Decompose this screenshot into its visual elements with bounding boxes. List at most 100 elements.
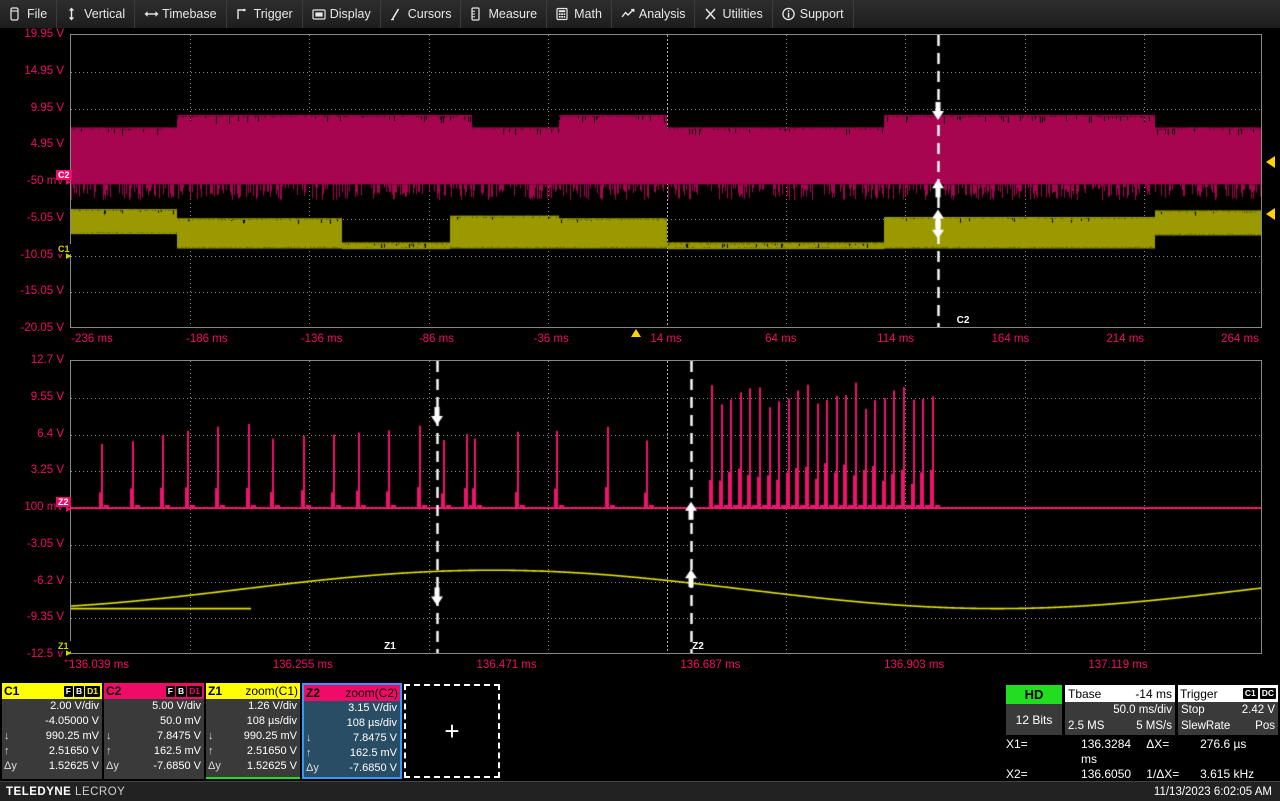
trigger-source-badges: C1DC	[1243, 688, 1276, 699]
menu-item-label: Cursors	[408, 7, 452, 21]
descriptor-badges[interactable]: FBD1	[166, 686, 202, 697]
descriptor-line-value: -7.6850 V	[349, 761, 397, 776]
trigger-mode: SlewRate	[1181, 718, 1230, 734]
x-axis-label: 136.471 ms	[477, 659, 537, 671]
descriptor-c2[interactable]: C2FBD15.00 V/div50.0 mV↓7.8475 V↑162.5 m…	[104, 683, 204, 779]
z2-offset-marker[interactable]: ▸	[66, 505, 72, 513]
descriptor-line: 50.0 mV	[106, 714, 201, 729]
menu-item-vertical[interactable]: Vertical	[57, 0, 135, 28]
descriptor-line-value: 5.00 V/div	[152, 699, 201, 714]
descriptor-body: 3.15 V/div108 µs/div↓7.8475 V↑162.5 mVΔy…	[304, 701, 400, 776]
descriptor-line: Δy1.52625 V	[208, 759, 297, 774]
timebase-memory: 2.5 MS	[1068, 718, 1104, 734]
hd-mode-box[interactable]: HD 12 Bits	[1006, 685, 1062, 735]
descriptor-header-z1[interactable]: Z1zoom(C1)	[206, 683, 300, 699]
dx-label: ΔX=	[1146, 737, 1200, 767]
menu-item-label: Display	[330, 7, 371, 21]
menu-item-support[interactable]: Support	[773, 0, 854, 28]
math-icon	[556, 7, 569, 21]
descriptor-line: 2.00 V/div	[4, 699, 99, 714]
trigger-state-line: Stop 2.42 V	[1178, 702, 1278, 718]
trigger-state: Stop	[1181, 702, 1205, 718]
support-icon	[782, 7, 795, 21]
timebase-scale: 50.0 ms/div	[1113, 702, 1172, 718]
timebase-header: Tbase -14 ms	[1065, 685, 1175, 702]
descriptor-line: 108 µs/div	[306, 716, 397, 731]
badge-f[interactable]: F	[166, 686, 175, 697]
y-axis-label: -12.5 V	[0, 648, 64, 660]
menu-item-analysis[interactable]: Analysis	[612, 0, 696, 28]
right-edge-offset-marker-1[interactable]	[1266, 156, 1275, 168]
y-axis-label: -5.05 V	[0, 212, 64, 224]
badge-b[interactable]: B	[74, 686, 84, 697]
c2-offset-marker[interactable]: ▸	[66, 178, 72, 186]
menu-item-math[interactable]: Math	[547, 0, 612, 28]
descriptor-header-c1[interactable]: C1 FBD1	[2, 683, 102, 699]
status-footer: TELEDYNE LECROY 11/13/2023 6:02:05 AM	[0, 781, 1280, 801]
descriptor-line: 5.00 V/div	[106, 699, 201, 714]
descriptor-line-value: 1.52625 V	[49, 759, 99, 774]
badge-d1[interactable]: D1	[187, 686, 202, 697]
file-icon	[9, 7, 22, 21]
descriptor-line: -4.05000 V	[4, 714, 99, 729]
descriptor-header-c2[interactable]: C2FBD1	[104, 683, 204, 699]
math-empty-slot[interactable]: +	[404, 684, 500, 778]
trigger-badge-dc[interactable]: DC	[1260, 688, 1276, 699]
y-axis-label: -10.05 V	[0, 249, 64, 261]
descriptor-z2[interactable]: Z2zoom(C2)3.15 V/div108 µs/div↓7.8475 V↑…	[302, 683, 402, 779]
vertical-arrows-icon	[66, 7, 79, 21]
menu-item-label: Timebase	[162, 7, 216, 21]
badge-d1[interactable]: D1	[85, 686, 100, 697]
c1-offset-marker[interactable]: ▸	[66, 252, 72, 260]
menu-item-trigger[interactable]: Trigger	[227, 0, 303, 28]
descriptor-line-value: 50.0 mV	[160, 714, 201, 729]
utilities-icon	[704, 7, 717, 21]
menu-item-display[interactable]: Display	[303, 0, 381, 28]
x-axis-label: 214 ms	[1106, 333, 1144, 345]
menu-item-file[interactable]: File	[0, 0, 57, 28]
descriptor-c1[interactable]: C1FBD12.00 V/div-4.05000 V↓990.25 mV↑2.5…	[2, 683, 102, 779]
y-axis-label: 6.4 V	[0, 428, 64, 440]
descriptor-line: ↑162.5 mV	[306, 746, 397, 761]
y-axis-label: -3.05 V	[0, 538, 64, 550]
main-grid[interactable]	[70, 34, 1262, 328]
analysis-icon	[621, 7, 634, 21]
x-axis-label: 14 ms	[650, 333, 681, 345]
menu-item-cursors[interactable]: Cursors	[381, 0, 462, 28]
timebase-offset: -14 ms	[1135, 687, 1172, 701]
main-waveform-canvas	[71, 35, 1262, 328]
menu-item-measure[interactable]: Measure	[461, 0, 547, 28]
trigger-position-marker[interactable]	[631, 329, 641, 337]
right-edge-offset-marker-2[interactable]	[1266, 208, 1275, 220]
descriptor-line-value: 2.51650 V	[247, 744, 297, 759]
descriptor-z1[interactable]: Z1zoom(C1)1.26 V/div108 µs/div↓990.25 mV…	[206, 683, 300, 779]
descriptor-line-value: -4.05000 V	[45, 714, 99, 729]
descriptor-header-z2[interactable]: Z2zoom(C2)	[304, 685, 400, 701]
trigger-slope: Pos	[1255, 718, 1275, 734]
horizontal-arrows-icon	[144, 7, 157, 21]
badge-f[interactable]: F	[64, 686, 73, 697]
descriptor-line-value: -7.6850 V	[153, 759, 201, 774]
cursor-label-c2: C2	[957, 315, 970, 326]
trigger-mode-line: SlewRate Pos	[1178, 718, 1278, 734]
timebase-box[interactable]: Tbase -14 ms 50.0 ms/div 2.5 MS 5 MS/s	[1065, 685, 1175, 735]
menu-item-label: Support	[800, 7, 844, 21]
descriptor-title: C1	[4, 684, 19, 698]
descriptor-subtitle: zoom(C2)	[345, 686, 398, 700]
badge-b[interactable]: B	[176, 686, 186, 697]
menu-item-utilities[interactable]: Utilities	[695, 0, 772, 28]
descriptor-line-key: ↓	[306, 731, 312, 746]
zoom-grid[interactable]	[70, 360, 1262, 654]
menu-item-timebase[interactable]: Timebase	[135, 0, 226, 28]
descriptor-line: ↓7.8475 V	[306, 731, 397, 746]
descriptor-line-key: Δy	[4, 759, 17, 774]
dx-value: 276.6 µs	[1200, 737, 1280, 767]
x-axis-label: 136.687 ms	[680, 659, 740, 671]
descriptor-line-value: 108 µs/div	[247, 714, 297, 729]
descriptor-line: ↓990.25 mV	[4, 729, 99, 744]
trigger-badge-c1[interactable]: C1	[1243, 688, 1258, 699]
descriptor-badges[interactable]: FBD1	[64, 686, 100, 697]
x-axis-label: -236 ms	[71, 333, 113, 345]
trigger-box[interactable]: Trigger C1DC Stop 2.42 V SlewRate Pos	[1178, 685, 1278, 735]
y-axis-label: 3.25 V	[0, 464, 64, 476]
